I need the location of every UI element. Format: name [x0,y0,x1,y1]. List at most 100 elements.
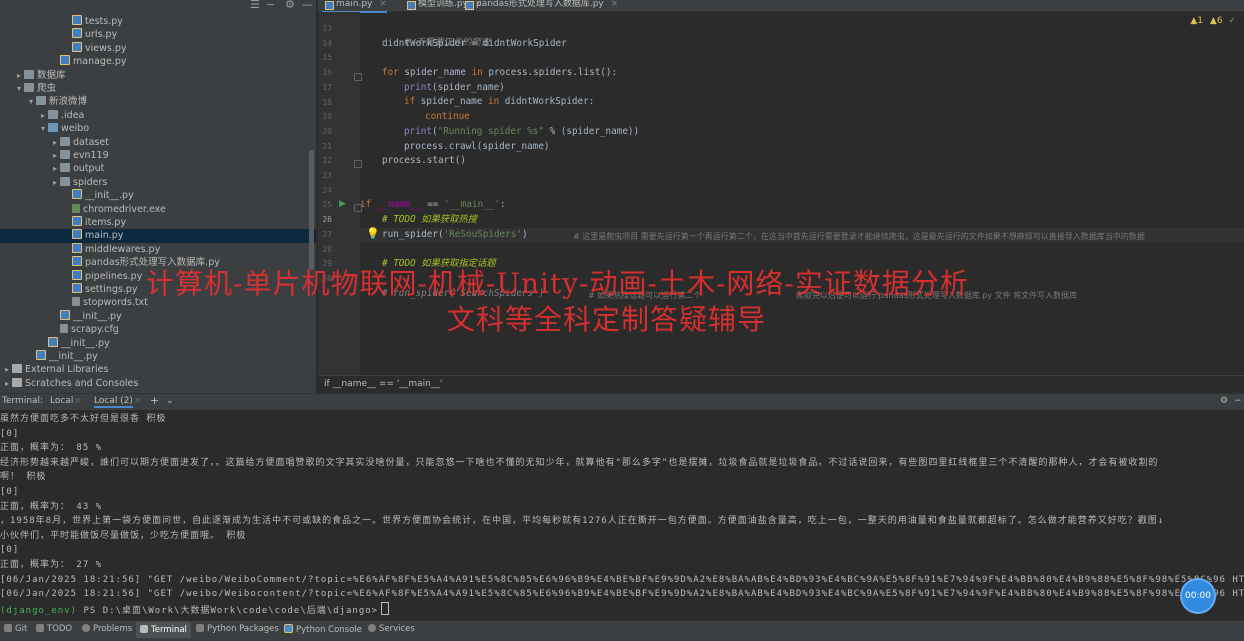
tree-item[interactable]: ▸ Scratches and Consoles [0,377,316,390]
tool-problems[interactable]: Problems [82,624,132,634]
code-line-21[interactable]: process.crawl(spider_name) [404,140,550,154]
chevron-down-icon[interactable]: ▾ [38,122,48,135]
tool-python-packages[interactable]: Python Packages [196,624,279,634]
tree-item[interactable]: scrapy.cfg [0,323,316,336]
tool-terminal[interactable]: Terminal [136,622,191,638]
code-line-17[interactable]: print(spider_name) [404,81,505,95]
tree-item[interactable]: main.py [0,229,316,243]
code-line-25[interactable]: # TODO 如果获取热搜 [382,213,477,227]
tree-item-label: weibo [61,123,90,135]
string: 'ReSouSpiders' [443,229,522,240]
project-scrollbar[interactable] [309,150,314,270]
tree-item[interactable]: ▸ .idea [0,109,316,122]
code-line-18[interactable]: if spider_name in didntWorkSpider: [404,95,594,109]
code-line-22[interactable]: process.start() [382,154,466,168]
code-line-19[interactable]: continue [425,110,470,124]
run-gutter-icon[interactable]: ▶ [339,199,346,209]
services-icon [368,624,376,632]
tree-item-label: middlewares.py [85,243,161,255]
chevron-down-icon[interactable]: ▾ [14,82,24,95]
tree-item[interactable]: ▸ output [0,162,316,175]
gear-icon[interactable]: ⚙ [1220,396,1228,406]
fold-icon[interactable] [354,73,362,81]
tool-python-console[interactable]: Python Console [284,624,362,635]
tree-item[interactable]: ▸ evn119 [0,149,316,162]
py-icon [72,256,82,267]
tree-item-label: chromedriver.exe [83,203,166,215]
timer-badge[interactable]: 00:00 [1182,580,1214,612]
minus-icon[interactable]: − [266,0,275,11]
inspection-widget[interactable]: ▲1 ▲6 ✓ [1190,16,1236,26]
hide-icon[interactable]: — [302,0,313,11]
tool-label: Problems [93,624,133,634]
terminal-prompt[interactable]: (django_env) PS D:\桌面\Work\大数据Work\code\… [0,601,1244,617]
fold-icon[interactable] [354,160,362,168]
add-terminal-icon[interactable]: + [150,394,159,407]
tree-item[interactable]: chromedriver.exe [0,203,316,216]
chevron-right-icon[interactable]: ▸ [14,69,24,82]
lightbulb-icon[interactable]: 💡 [366,227,380,240]
code-line-13[interactable]: # 不需要工作的爬虫 [382,22,490,48]
problems-icon [82,624,90,632]
tree-item[interactable]: ▸ dataset [0,136,316,149]
tree-item[interactable]: __init__.py [0,350,316,363]
code-text: didntWorkSpider: [499,96,595,107]
chevron-right-icon[interactable]: ▸ [50,162,60,175]
tool-git[interactable]: Git [4,624,27,634]
collapse-icon[interactable]: ☰ [250,0,260,11]
tree-item[interactable]: ▾ 新浪微博 [0,95,316,108]
tree-item-label: __init__.py [85,190,134,202]
tab-pandas-db[interactable]: pandas形式处理写入数据库.py × [462,0,618,11]
tree-item[interactable]: views.py [0,41,316,55]
code-line-24[interactable]: if __name__ == '__main__': [360,198,506,212]
close-icon[interactable]: × [379,0,387,9]
code-line-20[interactable]: print("Running spider %s" % (spider_name… [404,125,639,139]
string: "Running spider %s" [437,126,544,137]
code-line-26[interactable]: run_spider('ReSouSpiders') [382,228,528,242]
close-icon[interactable]: × [74,396,82,406]
close-icon[interactable]: × [134,396,142,406]
code-line-14[interactable]: didntWorkSpider = didntWorkSpider [382,37,567,51]
tree-item[interactable]: __init__.py [0,309,316,323]
py-icon [48,336,58,347]
file-icon [60,324,68,334]
close-icon[interactable]: × [611,0,619,9]
tree-item[interactable]: ▸ 数据库 [0,69,316,82]
tree-item[interactable]: ▸ External Libraries [0,363,316,376]
chevron-right-icon[interactable]: ▸ [50,136,60,149]
tree-item[interactable]: tests.py [0,15,316,28]
chevron-right-icon[interactable]: ▸ [50,149,60,162]
code-text: process.spiders.list(): [482,67,618,78]
code-line-16[interactable]: for spider_name in process.spiders.list(… [382,66,617,80]
tool-services[interactable]: Services [368,624,415,634]
tree-item[interactable]: ▾ weibo [0,122,316,135]
hide-icon[interactable]: − [1234,396,1242,406]
tree-item-label: items.py [85,217,127,228]
terminal-output[interactable]: 虽然方便面吃多不太好但是很香 积极 [0] 正面，概率为： 85 % 经济形势越来越严… [0,410,1244,620]
chevron-right-icon[interactable]: ▸ [2,363,12,376]
tree-item[interactable]: manage.py [0,55,316,68]
builtin: print [404,82,432,93]
code-text: (spider_name) [432,82,505,93]
gear-icon[interactable]: ⚙ [285,0,295,11]
tree-item-label: Scratches and Consoles [25,377,139,389]
tool-todo[interactable]: TODO [36,624,72,634]
line-number: 15 [322,53,332,63]
tree-item[interactable]: middlewares.py [0,242,316,256]
terminal-tab-local-2[interactable]: Local (2) [94,396,133,408]
chevron-down-icon[interactable]: ▾ [26,95,36,108]
tree-item[interactable]: ▸ spiders [0,176,316,189]
tree-item[interactable]: __init__.py [0,189,316,202]
tree-item[interactable]: items.py [0,216,316,229]
breadcrumb[interactable]: if __name__ == '__main__' [324,379,442,389]
terminal-tab-local[interactable]: Local [50,396,73,406]
chevron-down-icon[interactable]: ⌄ [166,396,174,406]
chevron-right-icon[interactable]: ▸ [2,377,12,390]
tree-item[interactable]: __init__.py [0,336,316,350]
chevron-right-icon[interactable]: ▸ [38,109,48,122]
py-icon [72,216,82,226]
chevron-right-icon[interactable]: ▸ [50,176,60,189]
tool-label: Terminal [151,625,187,635]
tree-item[interactable]: ▾ 爬虫 [0,82,316,95]
tree-item[interactable]: urls.py [0,28,316,41]
